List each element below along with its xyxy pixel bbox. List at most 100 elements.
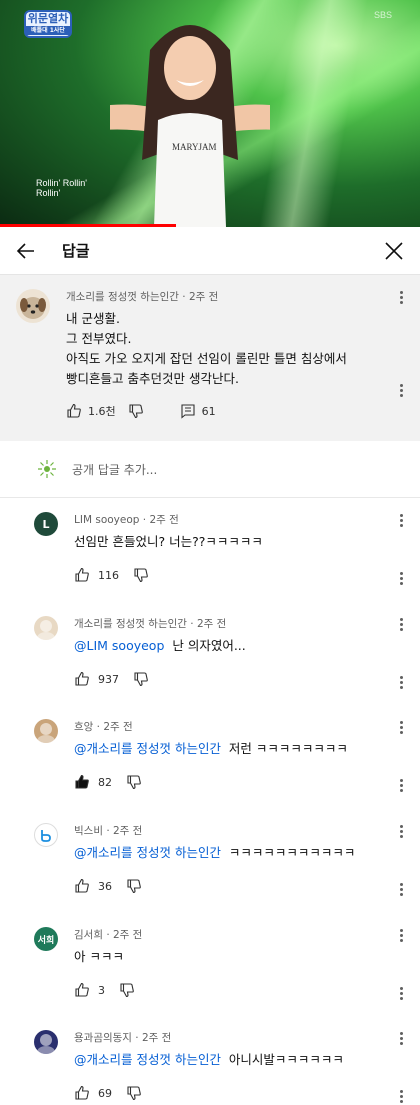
- performer-image: MARYJAM: [110, 25, 270, 227]
- replies-button[interactable]: 61: [180, 403, 216, 419]
- reply-item: 빅스비 · 2주 전 @개소리를 정성껏 하는인간 ㅋㅋㅋㅋㅋㅋㅋㅋㅋㅋㅋ 36: [0, 809, 420, 913]
- like-button[interactable]: 1.6천: [66, 403, 116, 419]
- dislike-button[interactable]: [126, 878, 142, 894]
- reply-text: @LIM sooyeop 난 의자였어...: [74, 637, 404, 655]
- thumbs-up-icon: [75, 878, 89, 893]
- avatar[interactable]: [16, 289, 50, 323]
- avatar[interactable]: 서희: [34, 927, 58, 951]
- reply-actions: 3: [74, 982, 404, 998]
- thumbs-up-icon: [75, 982, 89, 997]
- reply-item: 용과곰의동지 · 2주 전 @개소리를 정성껏 하는인간 아니시발ㅋㅋㅋㅋㅋㅋ 69: [0, 1016, 420, 1103]
- arrow-left-icon[interactable]: [16, 241, 36, 261]
- more-options-icon[interactable]: [400, 719, 404, 736]
- reply-author[interactable]: 용과곰의동지: [74, 1032, 132, 1044]
- reply-actions: 69: [74, 1085, 404, 1101]
- avatar[interactable]: [34, 719, 58, 743]
- reply-body: 용과곰의동지 · 2주 전 @개소리를 정성껏 하는인간 아니시발ㅋㅋㅋㅋㅋㅋ 69: [74, 1030, 404, 1103]
- reply-meta: LIM sooyeop · 2주 전: [74, 514, 179, 526]
- more-options-icon[interactable]: [400, 927, 404, 944]
- reply-time: 2주 전: [149, 514, 179, 526]
- more-options-icon[interactable]: [400, 570, 404, 587]
- like-button[interactable]: 69: [74, 1085, 112, 1101]
- add-reply-placeholder: 공개 답글 추가...: [72, 462, 158, 477]
- more-options-icon[interactable]: [400, 823, 404, 840]
- add-reply-field[interactable]: 공개 답글 추가...: [0, 441, 420, 498]
- reply-list: L LIM sooyeop · 2주 전선임만 흔들었니? 너는??ㅋㅋㅋㅋㅋ 11…: [0, 498, 420, 1103]
- reply-item: 서희 김서희 · 2주 전아 ㅋㅋㅋ 3: [0, 913, 420, 1016]
- reply-author[interactable]: 김서희: [74, 929, 103, 941]
- avatar[interactable]: [34, 823, 58, 847]
- parent-comment: 개소리를 정성껏 하는인간 · 2주 전 내 군생활. 그 전부였다. 아직도 …: [0, 275, 420, 441]
- dislike-button[interactable]: [126, 774, 142, 790]
- reply-text: @개소리를 정성껏 하는인간 저런 ㅋㅋㅋㅋㅋㅋㅋㅋ: [74, 740, 404, 758]
- user-avatar-icon: [38, 460, 56, 478]
- reply-actions: 36: [74, 878, 404, 894]
- reply-content: 저런 ㅋㅋㅋㅋㅋㅋㅋㅋ: [228, 741, 348, 756]
- like-count: 1.6천: [88, 405, 116, 418]
- caption-line: Rollin' Rollin': [36, 178, 87, 188]
- reply-item: L LIM sooyeop · 2주 전선임만 흔들었니? 너는??ㅋㅋㅋㅋㅋ 11…: [0, 498, 420, 602]
- comment-author[interactable]: 개소리를 정성껏 하는인간: [66, 291, 179, 303]
- mention-link[interactable]: @개소리를 정성껏 하는인간: [74, 845, 221, 860]
- like-button[interactable]: 937: [74, 671, 119, 687]
- more-options-icon[interactable]: [400, 1088, 404, 1105]
- more-options-icon[interactable]: [400, 616, 404, 633]
- thumbs-up-icon: [67, 403, 81, 418]
- more-options-icon[interactable]: [400, 1030, 404, 1047]
- like-button[interactable]: 3: [74, 982, 105, 998]
- more-options-icon[interactable]: [400, 289, 404, 306]
- video-player[interactable]: MARYJAM 위문열차 배틀대 1사단 SBS Rollin' Rollin'…: [0, 0, 420, 227]
- reply-actions: 82: [74, 774, 404, 790]
- more-options-icon[interactable]: [400, 382, 404, 399]
- like-button[interactable]: 36: [74, 878, 112, 894]
- comment-text: 내 군생활. 그 전부였다. 아직도 가오 오지게 잡던 선임이 롤린만 틀면 …: [66, 309, 404, 389]
- thumbs-up-icon: [75, 567, 89, 582]
- program-logo: 위문열차 배틀대 1사단: [24, 10, 72, 38]
- comment-line: 빵디흔들고 춤추던것만 생각난다.: [66, 371, 239, 386]
- profile-picture-icon: [37, 723, 55, 743]
- reply-author[interactable]: 흐앙: [74, 721, 93, 733]
- avatar[interactable]: [34, 616, 58, 640]
- thumbs-up-icon: [75, 671, 89, 686]
- reply-meta: 개소리를 정성껏 하는인간 · 2주 전: [74, 618, 227, 630]
- thumbs-down-icon: [134, 568, 148, 583]
- reply-meta: 빅스비 · 2주 전: [74, 825, 143, 837]
- reply-text: @개소리를 정성껏 하는인간 ㅋㅋㅋㅋㅋㅋㅋㅋㅋㅋㅋ: [74, 844, 404, 862]
- more-options-icon[interactable]: [400, 777, 404, 794]
- comment-icon: [181, 404, 195, 419]
- reply-text: 아 ㅋㅋㅋ: [74, 948, 404, 966]
- reply-content: 난 의자였어...: [172, 638, 246, 653]
- dislike-button[interactable]: [128, 403, 144, 419]
- reply-content: 아 ㅋㅋㅋ: [74, 949, 124, 964]
- avatar[interactable]: [34, 1030, 58, 1054]
- reply-text: 선임만 흔들었니? 너는??ㅋㅋㅋㅋㅋ: [74, 533, 404, 551]
- reply-author[interactable]: 빅스비: [74, 825, 103, 837]
- more-options-icon[interactable]: [400, 512, 404, 529]
- more-options-icon[interactable]: [400, 985, 404, 1002]
- reply-content: ㅋㅋㅋㅋㅋㅋㅋㅋㅋㅋㅋ: [228, 845, 356, 860]
- reply-count: 61: [201, 404, 216, 418]
- mention-link[interactable]: @개소리를 정성껏 하는인간: [74, 741, 221, 756]
- close-icon[interactable]: [384, 241, 404, 261]
- thumbs-down-icon: [120, 983, 134, 998]
- dislike-button[interactable]: [119, 982, 135, 998]
- dislike-button[interactable]: [133, 671, 149, 687]
- dislike-button[interactable]: [133, 567, 149, 583]
- reply-content: 선임만 흔들었니? 너는??ㅋㅋㅋㅋㅋ: [74, 534, 263, 549]
- like-button[interactable]: 82: [74, 774, 112, 790]
- reply-author[interactable]: 개소리를 정성껏 하는인간: [74, 618, 187, 630]
- reply-time: 2주 전: [113, 825, 143, 837]
- avatar[interactable]: L: [34, 512, 58, 536]
- reply-author[interactable]: LIM sooyeop: [74, 514, 139, 526]
- mention-link[interactable]: @개소리를 정성껏 하는인간: [74, 1052, 221, 1067]
- reply-actions: 116: [74, 567, 404, 583]
- reply-meta: 용과곰의동지 · 2주 전: [74, 1032, 172, 1044]
- video-progress-bar[interactable]: [0, 224, 177, 227]
- mention-link[interactable]: @LIM sooyeop: [74, 638, 164, 653]
- more-options-icon[interactable]: [400, 881, 404, 898]
- like-button[interactable]: 116: [74, 567, 119, 583]
- dislike-button[interactable]: [126, 1085, 142, 1101]
- logo-subtext: 배틀대 1사단: [26, 26, 70, 35]
- more-options-icon[interactable]: [400, 674, 404, 691]
- reply-body: 김서희 · 2주 전아 ㅋㅋㅋ 3: [74, 927, 404, 1016]
